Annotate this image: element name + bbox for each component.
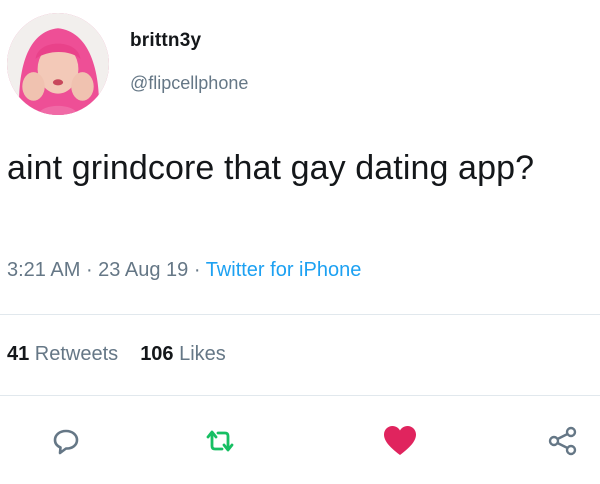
retweet-button[interactable]: [200, 421, 240, 461]
reply-button[interactable]: [46, 421, 86, 461]
heart-icon: [384, 426, 416, 455]
tweet-meta: 3:21 AM · 23 Aug 19 · Twitter for iPhone: [7, 259, 361, 282]
meta-separator: ·: [80, 259, 99, 281]
tweet-stats: 41 Retweets 106 Likes: [7, 343, 226, 366]
tweet-time[interactable]: 3:21 AM: [7, 259, 80, 281]
reply-icon: [53, 429, 79, 455]
display-name[interactable]: brittn3y: [130, 30, 201, 52]
retweet-icon: [206, 430, 234, 452]
like-button[interactable]: [380, 421, 420, 461]
likes-stat[interactable]: 106 Likes: [140, 343, 226, 365]
retweets-label: Retweets: [29, 343, 119, 365]
meta-separator: ·: [188, 259, 206, 281]
tweet-text: aint grindcore that gay dating app?: [7, 149, 535, 187]
tweet-date[interactable]: 23 Aug 19: [98, 259, 188, 281]
share-icon: [548, 426, 577, 456]
likes-count: 106: [140, 343, 174, 365]
retweets-count: 41: [7, 343, 30, 365]
tweet-source-link[interactable]: Twitter for iPhone: [206, 259, 362, 281]
share-button[interactable]: [543, 421, 583, 461]
retweets-stat[interactable]: 41 Retweets: [7, 343, 118, 365]
user-handle[interactable]: @flipcellphone: [130, 73, 248, 94]
divider: [0, 395, 600, 396]
divider: [0, 314, 600, 315]
tweet-card: brittn3y @flipcellphone aint grindcore t…: [0, 0, 600, 484]
avatar[interactable]: [7, 13, 109, 115]
profile-photo-icon: [7, 13, 109, 115]
likes-label: Likes: [173, 343, 226, 365]
